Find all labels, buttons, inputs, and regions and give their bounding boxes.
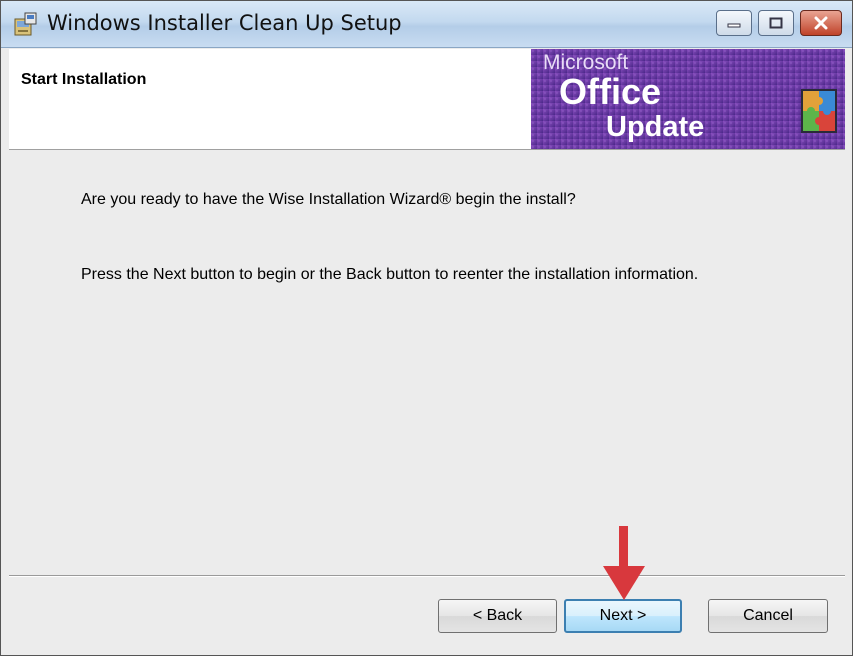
banner-line2: Office — [559, 71, 661, 112]
back-button[interactable]: < Back — [438, 599, 557, 633]
close-button[interactable] — [800, 10, 842, 36]
instruction-text: Press the Next button to begin or the Ba… — [81, 266, 699, 283]
down-arrow-annotation-icon — [603, 526, 645, 600]
banner-line3: Update — [606, 111, 704, 143]
minimize-button[interactable] — [716, 10, 752, 36]
window-title: Windows Installer Clean Up Setup — [47, 11, 402, 35]
minimize-icon — [717, 11, 751, 35]
page-title: Start Installation — [21, 71, 147, 88]
office-update-banner: Microsoft Office Update — [531, 49, 845, 149]
maximize-icon — [759, 11, 793, 35]
puzzle-icon — [801, 89, 837, 133]
maximize-button[interactable] — [758, 10, 794, 36]
close-icon — [801, 11, 841, 35]
installer-window: Windows Installer Clean Up Setup Start I… — [0, 0, 853, 656]
cancel-button[interactable]: Cancel — [708, 599, 828, 633]
title-bar[interactable]: Windows Installer Clean Up Setup — [1, 1, 852, 48]
ready-prompt-text: Are you ready to have the Wise Installat… — [81, 191, 576, 208]
installer-app-icon — [14, 12, 37, 36]
footer-divider — [9, 575, 845, 577]
wizard-header: Start Installation Microsoft Office Upda… — [9, 49, 845, 150]
